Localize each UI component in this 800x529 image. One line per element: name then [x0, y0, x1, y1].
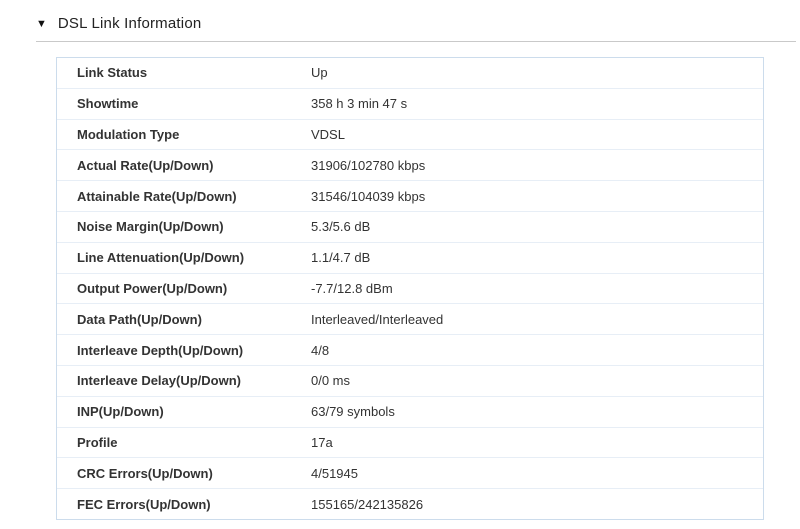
- row-label: FEC Errors(Up/Down): [77, 496, 211, 512]
- table-row: Noise Margin(Up/Down) 5.3/5.6 dB: [57, 212, 763, 243]
- row-value: 358 h 3 min 47 s: [311, 96, 408, 112]
- row-label: Profile: [77, 434, 118, 450]
- section-header[interactable]: ▼ DSL Link Information: [36, 15, 796, 42]
- row-value: VDSL: [311, 126, 345, 142]
- row-value: 0/0 ms: [311, 373, 351, 389]
- table-row: INP(Up/Down) 63/79 symbols: [57, 397, 763, 428]
- table-row: Actual Rate(Up/Down) 31906/102780 kbps: [57, 150, 763, 182]
- row-label: Interleave Depth(Up/Down): [77, 342, 244, 358]
- table-row: Output Power(Up/Down) -7.7/12.8 dBm: [57, 274, 763, 305]
- row-value: 63/79 symbols: [311, 404, 395, 420]
- table-row: Interleave Delay(Up/Down) 0/0 ms: [57, 366, 763, 397]
- table-row: Link Status Up: [57, 58, 763, 89]
- row-value: 31546/104039 kbps: [311, 188, 426, 204]
- row-label: Actual Rate(Up/Down): [77, 157, 214, 173]
- dsl-link-information-section: ▼ DSL Link Information Link Status Up Sh…: [0, 0, 800, 520]
- row-value: Up: [311, 65, 328, 81]
- section-title: DSL Link Information: [57, 15, 202, 32]
- table-row: Attainable Rate(Up/Down) 31546/104039 kb…: [57, 181, 763, 212]
- row-value: 5.3/5.6 dB: [311, 219, 371, 235]
- row-label: CRC Errors(Up/Down): [77, 465, 213, 481]
- row-value: 31906/102780 kbps: [311, 157, 426, 173]
- row-label: Modulation Type: [77, 126, 180, 142]
- row-label: Data Path(Up/Down): [77, 311, 202, 327]
- row-value: 155165/242135826: [311, 496, 424, 512]
- row-value: 4/8: [311, 342, 330, 358]
- row-label: Output Power(Up/Down): [77, 280, 228, 296]
- row-label: Showtime: [77, 96, 139, 112]
- row-value: 1.1/4.7 dB: [311, 250, 371, 266]
- table-row: Profile 17a: [57, 428, 763, 459]
- row-label: Interleave Delay(Up/Down): [77, 373, 241, 389]
- table-row: FEC Errors(Up/Down) 155165/242135826: [57, 489, 763, 519]
- table-row: CRC Errors(Up/Down) 4/51945: [57, 458, 763, 490]
- collapse-triangle-icon[interactable]: ▼: [36, 19, 47, 30]
- row-label: Line Attenuation(Up/Down): [77, 250, 245, 266]
- table-row: Showtime 358 h 3 min 47 s: [57, 89, 763, 120]
- row-value: 4/51945: [311, 465, 358, 481]
- row-label: Noise Margin(Up/Down): [77, 219, 224, 235]
- row-value: Interleaved/Interleaved: [311, 311, 444, 327]
- table-row: Modulation Type VDSL: [57, 120, 763, 151]
- dsl-info-table: Link Status Up Showtime 358 h 3 min 47 s…: [56, 57, 764, 520]
- table-row: Data Path(Up/Down) Interleaved/Interleav…: [57, 304, 763, 336]
- row-label: Link Status: [77, 65, 148, 81]
- table-row: Interleave Depth(Up/Down) 4/8: [57, 335, 763, 366]
- table-row: Line Attenuation(Up/Down) 1.1/4.7 dB: [57, 243, 763, 274]
- row-value: 17a: [311, 434, 333, 450]
- row-label: Attainable Rate(Up/Down): [77, 188, 237, 204]
- row-value: -7.7/12.8 dBm: [311, 280, 393, 296]
- row-label: INP(Up/Down): [77, 404, 164, 420]
